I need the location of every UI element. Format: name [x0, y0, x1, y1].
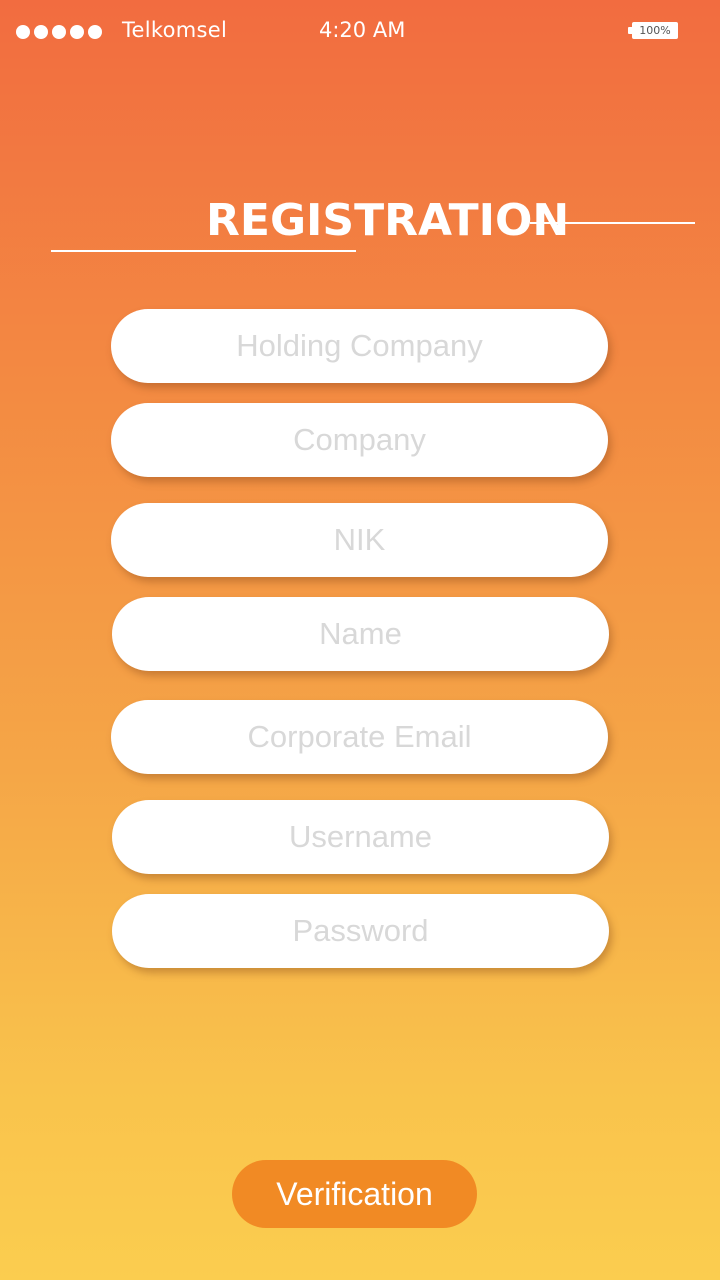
signal-dot — [70, 25, 84, 39]
page-title: REGISTRATION — [206, 195, 570, 246]
company-field[interactable] — [111, 403, 608, 477]
holding-company-input[interactable] — [111, 309, 608, 383]
name-field[interactable] — [112, 597, 609, 671]
username-input[interactable] — [112, 800, 609, 874]
signal-dot — [16, 25, 30, 39]
username-field[interactable] — [112, 800, 609, 874]
battery-icon: 100% — [628, 22, 678, 39]
carrier-name: Telkomsel — [122, 18, 228, 42]
nik-input[interactable] — [111, 503, 608, 577]
battery-level: 100% — [639, 24, 671, 37]
signal-strength-icon — [16, 25, 102, 39]
status-time: 4:20 AM — [319, 18, 406, 42]
corporate-email-field[interactable] — [111, 700, 608, 774]
password-field[interactable] — [112, 894, 609, 968]
corporate-email-input[interactable] — [111, 700, 608, 774]
title-divider-left — [51, 250, 356, 252]
verification-button[interactable]: Verification — [232, 1160, 477, 1228]
signal-dot — [88, 25, 102, 39]
nik-field[interactable] — [111, 503, 608, 577]
holding-company-field[interactable] — [111, 309, 608, 383]
signal-dot — [52, 25, 66, 39]
password-input[interactable] — [112, 894, 609, 968]
name-input[interactable] — [112, 597, 609, 671]
title-divider-right — [530, 222, 695, 224]
signal-dot — [34, 25, 48, 39]
company-input[interactable] — [111, 403, 608, 477]
status-bar: Telkomsel 4:20 AM 100% — [0, 0, 720, 62]
